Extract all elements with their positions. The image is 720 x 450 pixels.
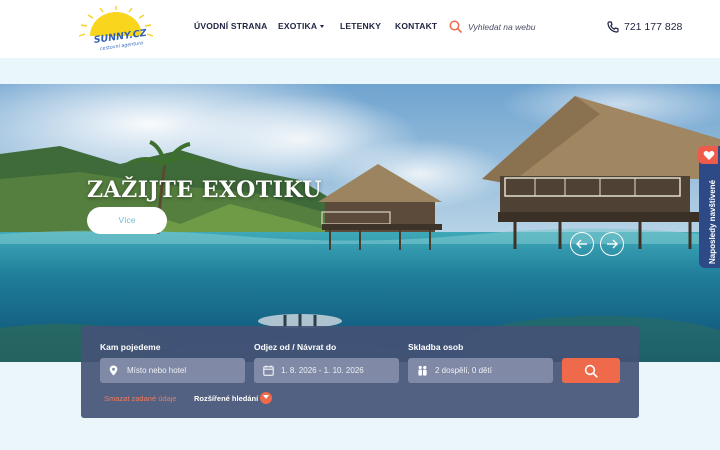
hero-title: ZAŽIJTE EXOTIKU bbox=[87, 177, 322, 203]
nav-item-letenky[interactable]: LETENKY bbox=[340, 21, 381, 31]
arrow-left-icon bbox=[576, 239, 587, 249]
location-pin-icon bbox=[109, 365, 118, 376]
clear-form-link[interactable]: Smazat zadané údaje bbox=[104, 394, 177, 403]
hero-banner: ZAŽIJTE EXOTIKU Více bbox=[0, 84, 720, 362]
site-search[interactable]: Vyhledat na webu bbox=[449, 20, 535, 34]
calendar-icon bbox=[263, 365, 274, 376]
dates-field[interactable]: 1. 8. 2026 - 1. 10. 2026 bbox=[254, 358, 399, 383]
advanced-search-link[interactable]: Rozšířené hledání bbox=[194, 394, 258, 403]
nav-item-exotika-label: EXOTIKA bbox=[278, 21, 318, 31]
heart-icon bbox=[703, 150, 715, 160]
site-header: SUNNY.CZ cestovní agentura ÚVODNÍ STRANA… bbox=[0, 0, 720, 58]
dates-input[interactable]: 1. 8. 2026 - 1. 10. 2026 bbox=[281, 366, 364, 375]
search-panel: Kam pojedeme Místo nebo hotel Odjez od /… bbox=[81, 326, 639, 418]
people-field[interactable]: 2 dospělí, 0 dětí bbox=[408, 358, 553, 383]
people-label: Skladba osob bbox=[408, 342, 464, 352]
destination-field[interactable]: Místo nebo hotel bbox=[100, 358, 245, 383]
recently-viewed-tab[interactable]: Naposledy navštívené bbox=[699, 146, 720, 268]
search-icon bbox=[449, 20, 462, 33]
nav-item-exotika[interactable]: EXOTIKA bbox=[278, 21, 325, 31]
destination-input[interactable]: Místo nebo hotel bbox=[127, 366, 186, 375]
recently-viewed-heart[interactable] bbox=[698, 146, 718, 164]
phone-icon bbox=[607, 21, 619, 33]
recently-viewed-label: Naposledy navštívené bbox=[708, 179, 717, 264]
nav-item-home[interactable]: ÚVODNÍ STRANA bbox=[194, 21, 267, 31]
search-icon bbox=[584, 364, 598, 378]
phone-contact[interactable]: 721 177 828 bbox=[607, 20, 682, 34]
slider-next-button[interactable] bbox=[600, 232, 624, 256]
dates-label: Odjez od / Návrat do bbox=[254, 342, 337, 352]
arrow-right-icon bbox=[607, 239, 618, 249]
chevron-down-icon[interactable] bbox=[260, 392, 272, 404]
slider-prev-button[interactable] bbox=[570, 232, 594, 256]
header-spacer bbox=[0, 58, 720, 84]
people-input[interactable]: 2 dospělí, 0 dětí bbox=[435, 366, 492, 375]
nav-item-kontakt[interactable]: KONTAKT bbox=[395, 21, 437, 31]
destination-label: Kam pojedeme bbox=[100, 342, 161, 352]
phone-number: 721 177 828 bbox=[624, 21, 683, 33]
people-icon bbox=[418, 365, 427, 376]
sunny-logo[interactable]: SUNNY.CZ cestovní agentura bbox=[70, 6, 162, 54]
hero-more-button[interactable]: Více bbox=[87, 207, 167, 234]
search-input[interactable]: Vyhledat na webu bbox=[468, 22, 535, 32]
search-submit-button[interactable] bbox=[562, 358, 620, 383]
chevron-down-icon bbox=[320, 25, 325, 29]
